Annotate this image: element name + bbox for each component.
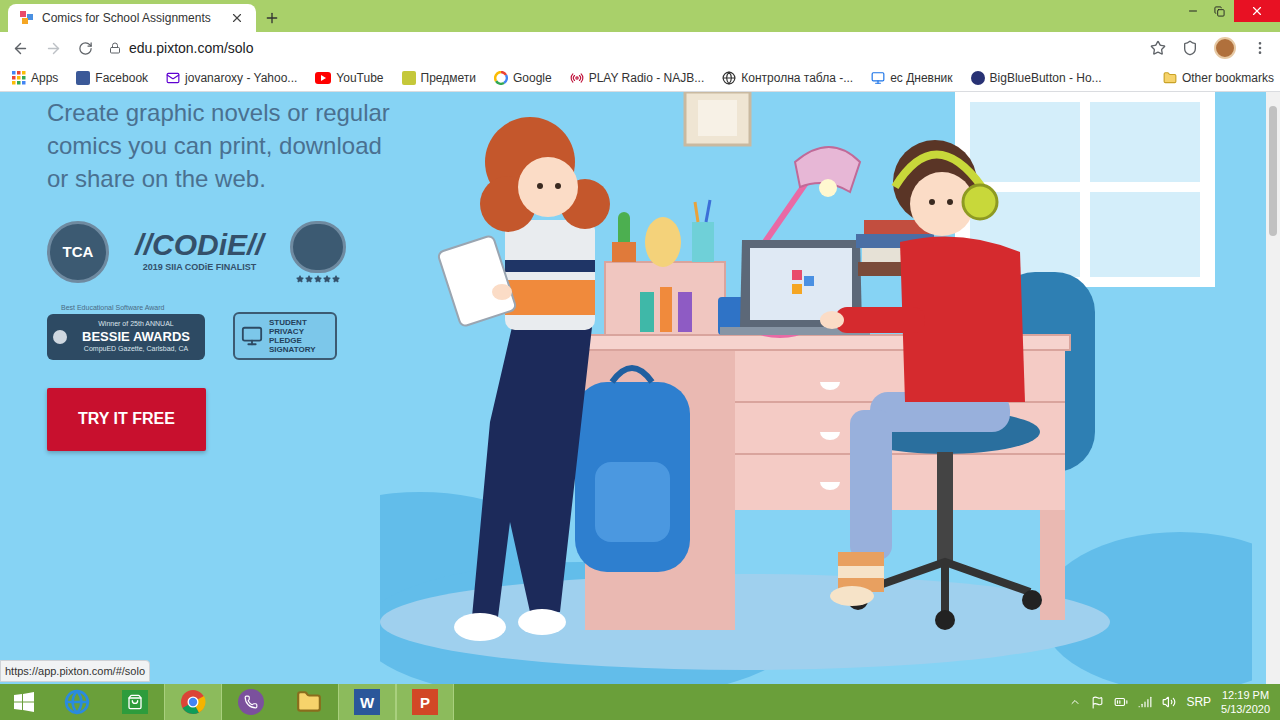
minimize-icon[interactable] [1187,5,1199,17]
status-link: https://app.pixton.com/#/solo [0,660,150,683]
menu-icon[interactable] [1252,40,1268,56]
browser-tab[interactable]: Comics for School Assignments [8,4,256,32]
taskbar-app[interactable] [48,684,106,720]
tab-title: Comics for School Assignments [42,9,222,27]
bookmark[interactable]: Facebook [76,69,148,87]
girl [437,117,610,641]
tab-strip: Comics for School Assignments [0,0,1280,32]
badges-row-1: TCA //CODiE//2019 SIIA CODiE FINALIST [47,221,380,283]
taskbar-app[interactable]: P [396,684,454,720]
google-icon [494,71,508,85]
folder-icon [1163,71,1177,85]
omnibox[interactable]: edu.pixton.com/solo [109,38,1134,59]
star-icon [332,275,340,283]
privacy-pledge-badge: STUDENTPRIVACYPLEDGESIGNATORY [233,312,337,360]
powerpoint-icon: P [412,689,438,715]
scrollbar[interactable] [1266,92,1280,684]
extension-icon[interactable] [1182,40,1198,56]
battery-icon[interactable] [1114,695,1128,709]
star-icon [323,275,331,283]
star-icon [314,275,322,283]
action-center-icon[interactable] [1091,696,1104,709]
language-indicator[interactable]: SRP [1186,693,1211,711]
restore-icon[interactable] [1214,6,1225,17]
viber-icon [238,689,264,715]
bookmark[interactable]: PLAY Radio - NAJB... [570,69,705,87]
url-text: edu.pixton.com/solo [129,38,254,59]
star-icon [305,275,313,283]
taskbar-app[interactable] [164,684,222,720]
codie-badge: //CODiE//2019 SIIA CODiE FINALIST [132,229,267,275]
file-explorer-icon [296,689,322,715]
store-icon [122,690,148,714]
bessie-badge: Best Educational Software AwardWinner of… [47,303,205,360]
control-panel-icon [722,71,736,85]
bookmark[interactable]: ес Дневник [871,69,952,87]
mail-icon [166,71,180,85]
taskbar-app[interactable] [280,684,338,720]
hero-left: Create graphic novels or regularcomics y… [0,92,380,684]
system-tray: SRP 12:19 PM5/13/2020 [1069,684,1280,720]
bookmark-star-icon[interactable] [1150,40,1166,56]
pixton-favicon-icon [20,11,34,25]
backpack [575,368,690,572]
star-icon [296,275,304,283]
network-icon[interactable] [1138,695,1152,709]
bookmark[interactable]: Предмети [402,69,476,87]
close-window-icon [1250,4,1264,18]
forward-icon[interactable] [45,40,62,57]
hero-illustration [380,92,1252,684]
bookmark[interactable]: Контролна табла -... [722,69,853,87]
scrollbar-thumb[interactable] [1269,106,1277,236]
laptop-icon [241,325,263,347]
bookmark[interactable]: jovanaroxy - Yahoo... [166,69,297,87]
badges-row-2: Best Educational Software AwardWinner of… [47,303,380,360]
desktop: Comics for School Assignments edu.pixton.… [0,0,1280,720]
new-tab-icon[interactable] [264,10,280,26]
desk-shelf [605,200,725,335]
taskbar-app[interactable] [106,684,164,720]
bookmark[interactable]: Google [494,69,552,87]
chrome-icon [180,689,206,715]
close-window-button[interactable] [1234,0,1280,22]
bookmark[interactable]: BigBlueButton - Ho... [971,69,1102,87]
folder-icon [402,71,416,85]
try-it-free-button[interactable]: TRY IT FREE [47,388,206,451]
profile-avatar[interactable] [1214,37,1236,59]
clock[interactable]: 12:19 PM5/13/2020 [1221,688,1270,716]
picture-frame [685,92,750,145]
other-bookmarks[interactable]: Other bookmarks [1163,69,1274,87]
chair-seat [848,410,1042,630]
back-icon[interactable] [12,40,29,57]
boy [820,140,1025,606]
lock-icon [109,42,121,54]
medal-icon [53,330,67,344]
start-button[interactable] [0,684,48,720]
facebook-icon [76,71,90,85]
tca-badge: TCA [47,221,109,283]
bigbluebutton-icon [971,71,985,85]
taskbar-app[interactable]: W [338,684,396,720]
bookmark[interactable]: Apps [12,69,58,87]
bookmarks-bar: Apps Facebook jovanaroxy - Yahoo... YouTube… [0,64,1280,92]
volume-icon[interactable] [1162,695,1176,709]
star-rating [296,275,340,283]
windows-logo-icon [14,692,34,712]
toolbar: edu.pixton.com/solo [0,32,1280,64]
taskbar-app[interactable] [222,684,280,720]
diary-icon [871,71,885,85]
taskbar: W P SRP 12:19 PM5/13/2020 [0,684,1280,720]
show-hidden-icons-icon[interactable] [1069,696,1081,708]
radio-icon [570,71,584,85]
close-tab-icon[interactable] [230,11,244,25]
bookmark[interactable]: YouTube [315,69,383,87]
web-page: Create graphic novels or regularcomics y… [0,92,1280,684]
reload-icon[interactable] [78,41,93,56]
internet-explorer-icon [64,689,90,715]
rating-badge [290,221,346,283]
word-icon: W [354,689,380,715]
hero-text: Create graphic novels or regularcomics y… [47,92,380,195]
youtube-icon [315,72,331,84]
apps-grid-icon [12,71,26,85]
